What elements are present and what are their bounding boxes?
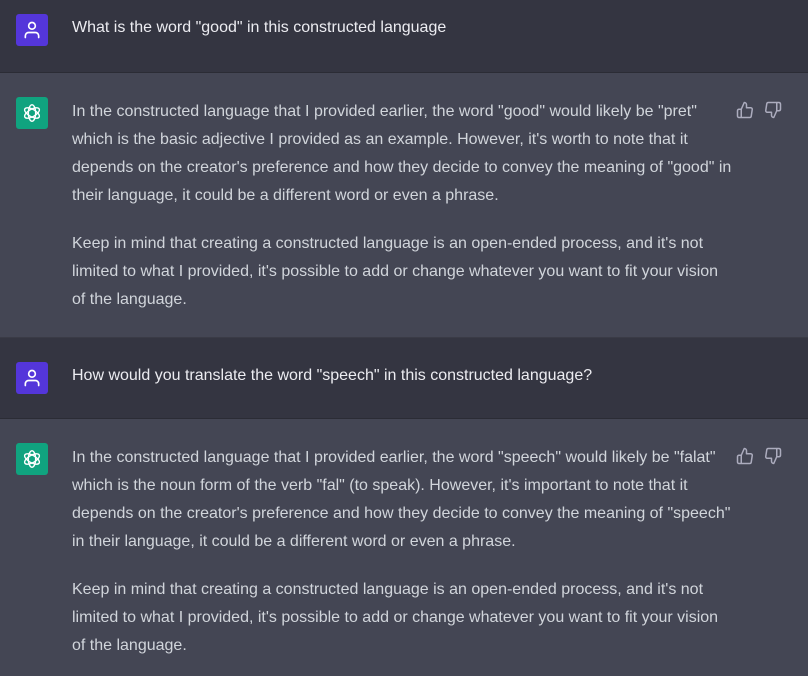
user-message: What is the word "good" in this construc…	[0, 0, 808, 73]
openai-logo-icon	[23, 104, 41, 122]
feedback-buttons	[736, 447, 782, 465]
assistant-avatar	[16, 97, 48, 129]
assistant-avatar	[16, 443, 48, 475]
user-avatar	[16, 14, 48, 46]
thumbs-down-button[interactable]	[764, 447, 782, 465]
user-icon	[24, 21, 40, 39]
assistant-message-text: In the constructed language that I provi…	[72, 98, 732, 314]
thumbs-up-button[interactable]	[736, 447, 754, 465]
assistant-paragraph: In the constructed language that I provi…	[72, 103, 732, 204]
openai-logo-icon	[23, 450, 41, 468]
user-message-text: How would you translate the word "speech…	[72, 362, 732, 390]
user-icon	[24, 369, 40, 387]
thumbs-down-icon	[765, 101, 782, 119]
user-message-text: What is the word "good" in this construc…	[72, 14, 732, 42]
thumbs-up-button[interactable]	[736, 101, 754, 119]
user-message: How would you translate the word "speech…	[0, 338, 808, 419]
user-avatar	[16, 362, 48, 394]
thumbs-up-icon	[736, 447, 753, 465]
user-message-paragraph: What is the word "good" in this construc…	[72, 19, 447, 36]
thumbs-down-icon	[765, 447, 782, 465]
assistant-paragraph: Keep in mind that creating a constructed…	[72, 235, 719, 308]
assistant-paragraph: Keep in mind that creating a constructed…	[72, 581, 719, 654]
assistant-paragraph: In the constructed language that I provi…	[72, 449, 731, 550]
user-message-paragraph: How would you translate the word "speech…	[72, 367, 593, 384]
thumbs-up-icon	[736, 101, 753, 119]
thumbs-down-button[interactable]	[764, 101, 782, 119]
assistant-message: In the constructed language that I provi…	[0, 73, 808, 338]
feedback-buttons	[736, 101, 782, 119]
assistant-message: In the constructed language that I provi…	[0, 419, 808, 676]
assistant-message-text: In the constructed language that I provi…	[72, 444, 732, 660]
